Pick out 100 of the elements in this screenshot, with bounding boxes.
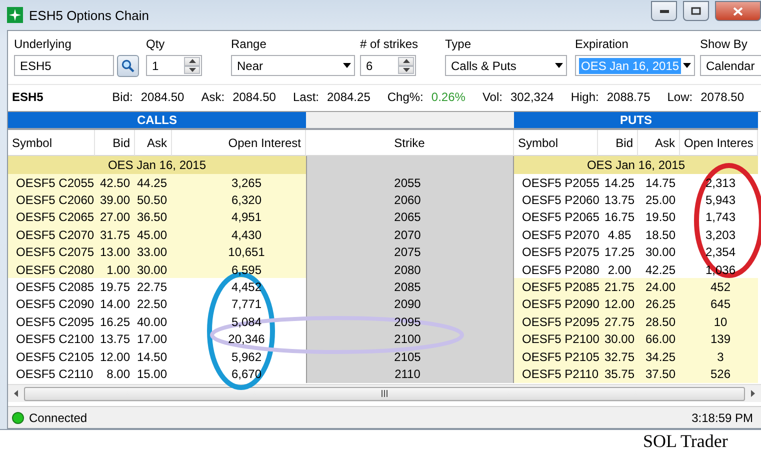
quote-label: Ask:: [201, 90, 225, 104]
spin-up-button[interactable]: [398, 57, 414, 66]
puts-header: PUTS: [514, 112, 758, 130]
table-cell: OESF5 C2075: [8, 244, 95, 261]
column-header[interactable]: Symbol: [8, 130, 95, 156]
quote-label: Chg%:: [387, 90, 424, 104]
text-field[interactable]: ESH5: [14, 55, 114, 76]
quote-label: Vol:: [482, 90, 502, 104]
field-value: Calendar: [705, 58, 756, 74]
spinner-field[interactable]: 1: [146, 55, 202, 76]
down-arrow-icon: [188, 68, 196, 72]
table-cell: OESF5 C2060: [8, 191, 95, 209]
table-cell: 31.75: [95, 226, 135, 244]
table-cell: 39.00: [95, 191, 135, 209]
table-cell: OESF5 P2095: [514, 313, 598, 331]
up-arrow-icon: [188, 59, 196, 64]
field-label: Show By: [700, 37, 748, 51]
field-label: Expiration: [575, 37, 630, 51]
field-label: Underlying: [14, 37, 72, 51]
quote-value: 2078.50: [700, 90, 744, 104]
right-arrow-icon[interactable]: [751, 390, 755, 397]
table-cell: 24.00: [638, 278, 680, 296]
table-cell: 12.00: [598, 296, 638, 314]
quote-label: Low:: [667, 90, 693, 104]
strike-cell: 2070: [306, 226, 514, 244]
quote-value: 302,324: [510, 90, 554, 104]
window-title: ESH5 Options Chain: [29, 8, 149, 22]
strike-cell: 2075: [306, 244, 514, 261]
strike-cell: 2060: [306, 191, 514, 209]
table-cell: 526: [680, 365, 758, 383]
strike-cell: 2055: [306, 174, 514, 192]
strike-cell: 2090: [306, 296, 514, 314]
up-arrow-icon: [402, 59, 410, 64]
status-time: 3:18:59 PM: [692, 410, 753, 424]
minimize-button[interactable]: [651, 1, 677, 21]
column-header[interactable]: Symbol: [514, 130, 598, 156]
caret-icon: [683, 63, 691, 68]
close-button[interactable]: [715, 1, 761, 21]
close-icon: [733, 6, 743, 16]
table-cell: OESF5 C2065: [8, 208, 95, 226]
quote-label: Last:: [292, 90, 319, 104]
field-value: Near: [236, 58, 264, 74]
table-cell: 10: [680, 313, 758, 331]
quote-value: 2084.50: [232, 90, 276, 104]
strike-cell: 2110: [306, 365, 514, 383]
search-button[interactable]: [117, 55, 139, 77]
column-header[interactable]: Bid: [95, 130, 135, 156]
maximize-icon: [691, 7, 701, 15]
spinner-field[interactable]: 6: [360, 55, 416, 76]
strike-cell: 2085: [306, 278, 514, 296]
column-header[interactable]: Bid: [598, 130, 638, 156]
table-cell: 3: [680, 348, 758, 366]
column-header[interactable]: Ask: [638, 130, 680, 156]
down-arrow-icon: [402, 68, 410, 72]
table-cell: OESF5 C2070: [8, 226, 95, 244]
table-cell: 42.50: [95, 174, 135, 192]
spin-up-button[interactable]: [184, 57, 200, 66]
table-cell: 28.50: [638, 313, 680, 331]
table-cell: 32.75: [598, 348, 638, 366]
table-cell: OESF5 P2105: [514, 348, 598, 366]
table-cell: 30.00: [135, 260, 172, 278]
table-cell: 27.00: [95, 208, 135, 226]
field-value: ESH5: [19, 58, 52, 74]
table-cell: 34.25: [638, 348, 680, 366]
table-cell: 33.00: [135, 244, 172, 261]
field-label: Range: [231, 37, 268, 51]
horizontal-scrollbar[interactable]: [8, 384, 761, 402]
table-cell: 50.50: [135, 191, 172, 209]
left-arrow-icon[interactable]: [14, 390, 18, 397]
strike-cell: 2080: [306, 260, 514, 278]
field-label: Type: [445, 37, 472, 51]
caption: SOL Trader: [643, 431, 728, 452]
table-cell: 21.75: [598, 278, 638, 296]
table-cell: 6,595: [172, 260, 306, 278]
column-header[interactable]: Open Interes: [680, 130, 758, 156]
table-cell: 10,651: [172, 244, 306, 261]
quote-value: 2084.50: [140, 90, 184, 104]
quote-label: High:: [570, 90, 599, 104]
quote-symbol: ESH5: [12, 90, 44, 104]
maximize-button[interactable]: [683, 1, 709, 21]
table-cell: 26.25: [638, 296, 680, 314]
quote-label: Bid:: [112, 90, 133, 104]
dropdown[interactable]: Calls & Puts: [445, 55, 567, 76]
minimize-icon: [660, 10, 668, 12]
caret-icon: [555, 63, 563, 68]
column-header[interactable]: Ask: [135, 130, 172, 156]
field-value: Calls & Puts: [450, 58, 518, 74]
table-cell: OESF5 P2085: [514, 278, 598, 296]
field-label: # of strikes: [360, 37, 420, 51]
table-cell: 35.75: [598, 365, 638, 383]
dropdown[interactable]: Calendar: [700, 55, 761, 76]
strike-cell: 2065: [306, 208, 514, 226]
column-header[interactable]: Open Interest: [172, 130, 306, 156]
table-cell: 1.00: [95, 260, 135, 278]
calls-header: CALLS: [8, 112, 306, 130]
table-cell: 44.25: [135, 174, 172, 192]
column-header[interactable]: Strike: [306, 130, 514, 156]
dropdown[interactable]: Near: [231, 55, 355, 76]
table-cell: 36.50: [135, 208, 172, 226]
table-cell: 66.00: [638, 330, 680, 348]
